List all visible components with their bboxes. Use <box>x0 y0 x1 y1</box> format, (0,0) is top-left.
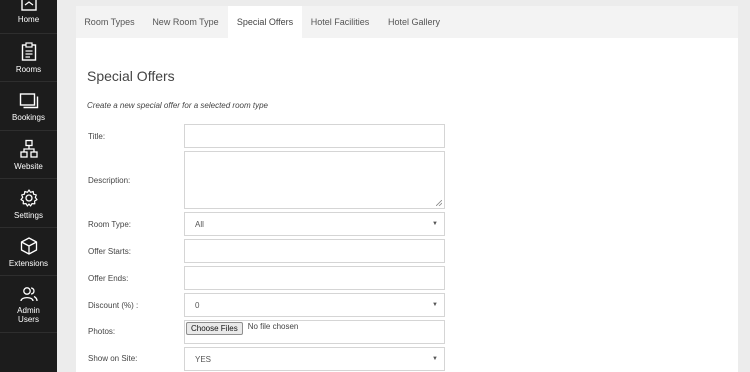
tab-room-types[interactable]: Room Types <box>76 6 143 38</box>
gear-icon <box>19 188 39 208</box>
home-icon <box>20 0 38 12</box>
sidebar-item-admin-users[interactable]: Admin Users <box>0 277 57 333</box>
photos-file-input[interactable]: Choose Files No file chosen <box>184 320 445 344</box>
room-type-value: All <box>195 219 204 229</box>
chevron-down-icon: ▼ <box>432 356 438 362</box>
title-input[interactable] <box>184 124 445 148</box>
offer-ends-input[interactable] <box>184 266 445 290</box>
cube-icon <box>19 236 39 256</box>
sidebar-item-label: Home <box>17 14 40 24</box>
offer-ends-label: Offer Ends: <box>88 274 129 283</box>
sidebar-item-label: Extensions <box>8 258 49 268</box>
discount-label: Discount (%) : <box>88 301 139 310</box>
photos-label: Photos: <box>88 327 116 336</box>
offer-starts-input[interactable] <box>184 239 445 263</box>
users-icon <box>19 285 39 303</box>
show-on-site-select[interactable]: YES ▼ <box>184 347 445 371</box>
sidebar-item-label: Admin Users <box>17 306 40 324</box>
sidebar-item-label: Website <box>14 161 43 171</box>
no-file-chosen-text: No file chosen <box>247 322 299 331</box>
sidebar-item-settings[interactable]: Settings <box>0 180 57 228</box>
resize-handle-icon[interactable] <box>436 200 442 206</box>
title-label: Title: <box>88 132 106 141</box>
stacked-windows-icon <box>19 92 39 110</box>
description-label: Description: <box>88 176 131 185</box>
main-panel: Room Types New Room Type Special Offers … <box>76 6 738 372</box>
discount-select[interactable]: 0 ▼ <box>184 293 445 317</box>
sidebar-item-home[interactable]: Home <box>0 0 57 34</box>
show-on-site-value: YES <box>195 354 212 364</box>
sitemap-icon <box>19 139 39 159</box>
sidebar-item-label: Bookings <box>12 112 45 122</box>
description-textarea[interactable] <box>184 151 445 209</box>
sidebar-item-website[interactable]: Website <box>0 131 57 179</box>
tab-hotel-gallery[interactable]: Hotel Gallery <box>378 6 450 38</box>
room-type-label: Room Type: <box>88 220 131 229</box>
show-on-site-label: Show on Site: <box>88 354 138 363</box>
discount-value: 0 <box>195 300 200 310</box>
offer-starts-label: Offer Starts: <box>88 247 131 256</box>
tab-bar: Room Types New Room Type Special Offers … <box>76 6 738 38</box>
sidebar: Home Rooms Bookings Website Settings Ext… <box>0 0 57 372</box>
clipboard-icon <box>20 41 38 62</box>
chevron-down-icon: ▼ <box>432 302 438 308</box>
tab-new-room-type[interactable]: New Room Type <box>143 6 228 38</box>
page-title: Special Offers <box>87 68 175 84</box>
page-subtitle: Create a new special offer for a selecte… <box>87 101 268 110</box>
chevron-down-icon: ▼ <box>432 221 438 227</box>
sidebar-item-label: Rooms <box>15 64 42 74</box>
tab-hotel-facilities[interactable]: Hotel Facilities <box>302 6 378 38</box>
tab-special-offers[interactable]: Special Offers <box>228 6 302 38</box>
sidebar-item-extensions[interactable]: Extensions <box>0 228 57 276</box>
sidebar-item-rooms[interactable]: Rooms <box>0 34 57 82</box>
sidebar-item-bookings[interactable]: Bookings <box>0 83 57 131</box>
sidebar-item-label: Settings <box>14 210 43 220</box>
room-type-select[interactable]: All ▼ <box>184 212 445 236</box>
choose-files-button[interactable]: Choose Files <box>186 322 243 335</box>
